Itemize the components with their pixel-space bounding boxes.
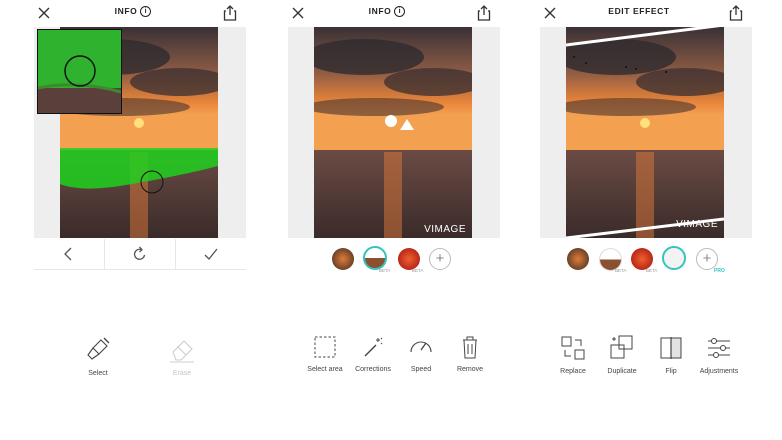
confirm-button[interactable] [176,239,246,269]
chevron-left-icon [64,247,72,261]
refresh-icon [133,246,146,260]
fire-effect-thumb[interactable] [631,248,653,270]
edit-effect-screen: EDIT EFFECT VIMAGE BETA BETA + PRO Repla… [514,0,764,440]
add-effect-button[interactable]: + [429,248,451,270]
share-icon[interactable] [475,4,493,22]
sunset-photo[interactable]: VIMAGE [566,27,724,238]
sunset-photo[interactable]: VIMAGE [314,27,472,238]
tool-label: Adjustments [699,368,739,375]
water-effect-thumb[interactable] [363,246,387,270]
mask-nav-bar [34,239,246,270]
pro-badge: PRO [714,268,725,274]
selection-mask[interactable] [60,148,218,194]
remove-button[interactable]: Remove [440,334,500,373]
flip-icon [660,337,682,359]
screen-title: EDIT EFFECT [608,6,670,16]
eraser-icon [170,340,194,363]
beta-badge: BETA [615,268,627,273]
speedometer-icon [410,341,432,353]
watermark: VIMAGE [676,219,718,230]
effects-row: BETA BETA + PRO [514,246,764,276]
fireworks-effect-thumb[interactable] [332,248,354,270]
add-effect-button[interactable]: + [696,248,718,270]
effect-info-screen: INFO i VIMAGE BETA BETA + Select area Co… [262,0,512,440]
tool-label: Remove [456,366,484,373]
sparkle-effect-thumb[interactable] [662,246,686,270]
erase-tool-button[interactable]: Erase [152,334,212,377]
checkmark-icon [204,248,218,260]
replace-icon [561,336,585,360]
effects-row: BETA BETA + [262,246,512,276]
beta-badge: BETA [412,268,424,273]
sliders-icon [708,338,730,358]
watermark: VIMAGE [424,224,466,235]
magnifier-preview [37,29,122,114]
dashed-square-icon [314,336,336,358]
rotate-button[interactable] [105,239,175,269]
top-bar: INFO i [262,0,512,26]
screen-title: INFO i [322,6,452,18]
top-bar: EDIT EFFECT [514,0,764,26]
fire-effect-thumb[interactable] [398,248,420,270]
duplicate-icon [610,335,633,359]
trash-icon [463,336,477,359]
select-mask-screen: INFO i Select Erase [8,0,258,440]
share-icon[interactable] [727,4,745,22]
beta-badge: BETA [646,268,658,273]
tool-label: Select [88,370,108,377]
close-icon[interactable] [541,4,559,22]
tool-label: Erase [172,370,192,377]
screen-title: INFO i [68,6,198,18]
back-button[interactable] [34,239,104,269]
top-bar: INFO i [8,0,258,26]
share-icon[interactable] [221,4,239,22]
close-icon[interactable] [35,4,53,22]
fireworks-effect-thumb[interactable] [567,248,589,270]
adjustments-button[interactable]: Adjustments [689,334,749,375]
close-icon[interactable] [289,4,307,22]
info-icon[interactable]: i [394,6,406,18]
info-icon[interactable]: i [140,6,152,18]
brush-icon [87,337,110,360]
beta-badge: BETA [379,268,391,273]
select-tool-button[interactable]: Select [68,334,128,377]
magic-wand-icon [364,337,383,357]
